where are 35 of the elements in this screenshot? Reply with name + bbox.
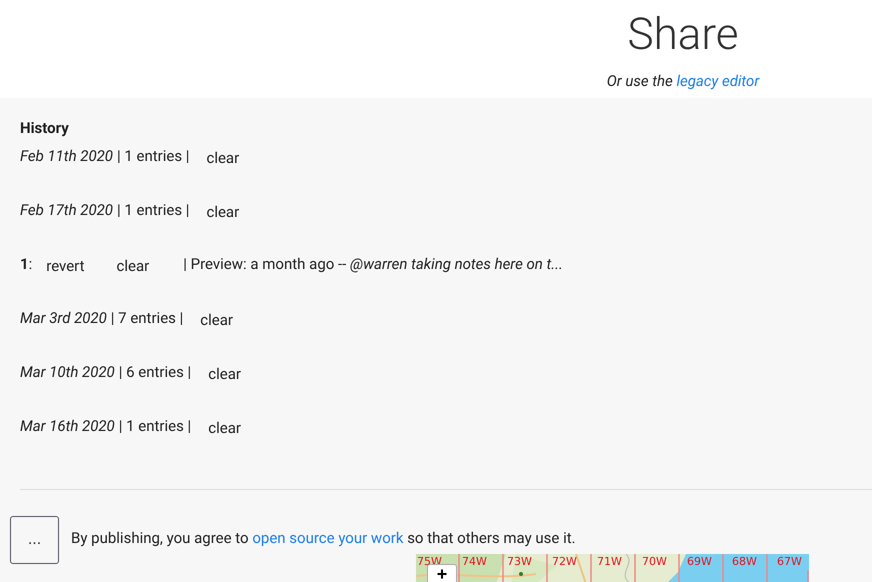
license-link[interactable]: open source your work xyxy=(252,529,404,547)
history-date: Mar 10th 2020 xyxy=(20,362,115,383)
more-button[interactable]: ... xyxy=(10,516,59,564)
clear-button[interactable]: clear xyxy=(206,146,240,170)
revert-button[interactable]: revert xyxy=(46,254,85,278)
legacy-editor-link[interactable]: legacy editor xyxy=(676,72,760,90)
grid-label: 73W xyxy=(506,554,533,569)
history-date: Feb 11th 2020 xyxy=(20,146,113,167)
entry-count: | 6 entries | xyxy=(118,362,192,383)
history-date: Mar 16th 2020 xyxy=(20,416,115,437)
grid-label: 67W xyxy=(776,554,803,569)
history-date: Feb 17th 2020 xyxy=(20,200,113,221)
clear-button[interactable]: clear xyxy=(116,254,150,278)
page-title: Share xyxy=(627,8,738,60)
clear-button[interactable]: clear xyxy=(208,416,241,440)
entry-count: | 7 entries | xyxy=(110,308,184,329)
grid-label: 68W xyxy=(731,554,758,569)
publish-notice: By publishing, you agree to open source your work so that others may use it. xyxy=(71,528,577,549)
zoom-in-button[interactable]: + xyxy=(427,564,457,582)
grid-label: 71W xyxy=(596,554,623,569)
entry-index: 1: xyxy=(20,254,32,275)
entry-preview: | Preview: a month ago -- @warren taking notes here on t... xyxy=(183,254,563,275)
grid-label: 72W xyxy=(551,554,578,569)
clear-button[interactable]: clear xyxy=(206,200,240,224)
subtitle: Or use the legacy editor xyxy=(606,72,760,90)
grid-label: 74W xyxy=(461,554,488,569)
entry-count: | 1 entries | xyxy=(116,200,190,221)
entry-count: | 1 entries | xyxy=(116,146,190,167)
history-date: Mar 3rd 2020 xyxy=(20,308,107,329)
clear-button[interactable]: clear xyxy=(200,308,233,332)
entry-count: | 1 entries | xyxy=(118,416,192,437)
grid-label: 69W xyxy=(686,554,713,569)
history-heading: History xyxy=(20,119,69,137)
clear-button[interactable]: clear xyxy=(208,362,241,386)
grid-label: 70W xyxy=(641,554,668,569)
